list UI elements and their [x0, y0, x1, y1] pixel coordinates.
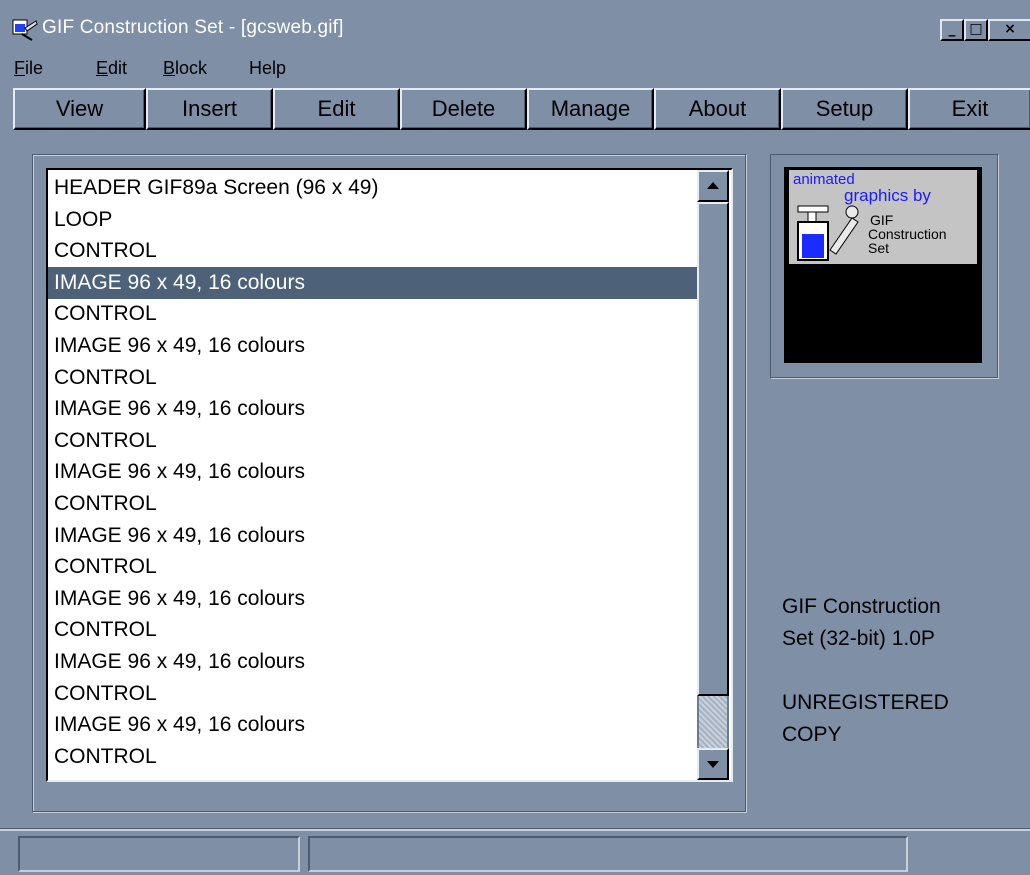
menu-help[interactable]: Help — [249, 58, 286, 79]
block-list-item[interactable]: IMAGE 96 x 49, 16 colours — [52, 583, 700, 615]
preview-text-construction: Construction — [868, 226, 947, 242]
scrollbar-track[interactable] — [699, 696, 727, 748]
setup-button[interactable]: Setup — [781, 88, 908, 130]
block-list-item[interactable]: IMAGE 96 x 49, 16 colours — [52, 646, 700, 678]
product-name-line1: GIF Construction — [782, 595, 941, 618]
block-list-item[interactable]: LOOP — [52, 204, 700, 236]
spray-can-icon — [797, 205, 859, 261]
block-list-item[interactable]: CONTROL — [52, 362, 700, 394]
delete-button[interactable]: Delete — [400, 88, 527, 130]
block-list-item[interactable]: CONTROL — [52, 488, 700, 520]
view-button[interactable]: View — [13, 88, 146, 130]
menu-edit-label: dit — [108, 58, 128, 78]
arrow-down-icon — [707, 761, 719, 768]
scroll-down-button[interactable] — [697, 748, 729, 780]
block-list-item[interactable]: IMAGE 96 x 49, 16 colours — [52, 393, 700, 425]
scroll-up-button[interactable] — [697, 170, 729, 202]
status-pane-left — [18, 836, 300, 872]
block-list-item[interactable]: CONTROL — [52, 425, 700, 457]
product-name-line2: Set (32-bit) 1.0P — [782, 627, 935, 650]
menu-edit[interactable]: Edit — [96, 58, 127, 79]
menu-file[interactable]: File — [14, 58, 43, 79]
arrow-up-icon — [707, 182, 719, 189]
maximize-button[interactable]: □ — [964, 19, 988, 41]
preview-text-set: Set — [868, 240, 890, 256]
scrollbar-thumb[interactable] — [697, 202, 729, 696]
preview-text-gif: GIF — [870, 212, 894, 228]
status-bar-divider — [0, 828, 1030, 831]
block-list-item[interactable]: CONTROL — [52, 741, 700, 773]
close-button[interactable]: × — [988, 19, 1030, 41]
registration-status-line1: UNREGISTERED — [782, 691, 949, 714]
block-list-item[interactable]: IMAGE 96 x 49, 16 colours — [52, 709, 700, 741]
status-pane-main — [308, 836, 908, 872]
block-list-item[interactable]: CONTROL — [52, 614, 700, 646]
block-list[interactable]: HEADER GIF89a Screen (96 x 49) LOOP CONTRO… — [46, 168, 733, 782]
block-list-item[interactable]: IMAGE 96 x 49, 16 colours — [52, 330, 700, 362]
block-list-item[interactable]: IMAGE 96 x 49, 16 colours — [52, 456, 700, 488]
block-list-item[interactable]: CONTROL — [52, 298, 700, 330]
menu-file-mnemonic: F — [14, 58, 25, 78]
about-button[interactable]: About — [654, 88, 781, 130]
insert-button[interactable]: Insert — [146, 88, 273, 130]
menu-bar — [0, 54, 1030, 84]
menu-block[interactable]: Block — [163, 58, 207, 79]
block-list-item[interactable]: IMAGE 96 x 49, 16 colours — [52, 520, 700, 552]
minimize-button[interactable]: _ — [940, 19, 964, 41]
block-list-item[interactable]: IMAGE 96 x 49, 16 colours — [48, 266, 704, 299]
menu-block-mnemonic: B — [163, 58, 176, 78]
block-list-item[interactable]: CONTROL — [52, 678, 700, 710]
registration-status-line2: COPY — [782, 723, 842, 746]
manage-button[interactable]: Manage — [527, 88, 654, 130]
preview-text-animated: animated — [793, 171, 855, 188]
app-icon[interactable] — [12, 18, 38, 42]
menu-block-label: lock — [175, 58, 208, 78]
block-list-item[interactable]: CONTROL — [52, 551, 700, 583]
edit-button[interactable]: Edit — [273, 88, 400, 130]
window-title: GIF Construction Set - [gcsweb.gif] — [42, 17, 344, 38]
exit-button[interactable]: Exit — [908, 88, 1030, 130]
menu-edit-mnemonic: E — [96, 58, 109, 78]
menu-file-label: ile — [25, 58, 44, 78]
block-list-item[interactable]: HEADER GIF89a Screen (96 x 49) — [52, 172, 700, 204]
block-list-item[interactable]: CONTROL — [52, 235, 700, 267]
